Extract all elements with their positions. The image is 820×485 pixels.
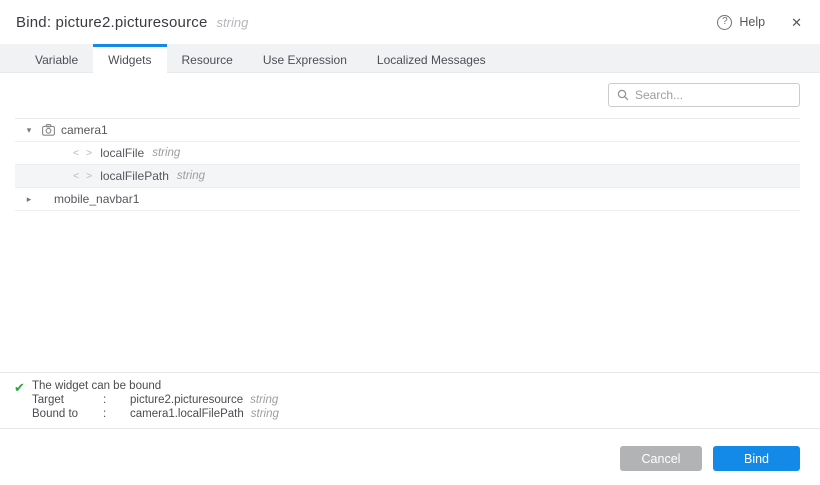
search-icon [617, 89, 629, 101]
binding-icon: < > [73, 147, 94, 159]
tab-variable[interactable]: Variable [20, 44, 93, 72]
status-separator: : [103, 407, 130, 421]
tree-label: localFile [100, 146, 144, 160]
help-button[interactable]: ? Help [717, 15, 765, 30]
status-value: picture2.picturesource [130, 393, 243, 407]
status-label: Bound to [32, 407, 103, 421]
tree-type: string [152, 147, 180, 159]
bind-status-panel: ✔ The widget can be bound Target : pictu… [0, 372, 820, 429]
status-label: Target [32, 393, 103, 407]
close-icon[interactable]: ✕ [791, 16, 802, 29]
tab-widgets[interactable]: Widgets [93, 44, 166, 73]
status-boundto-row: Bound to : camera1.localFilePath string [32, 407, 279, 421]
header-actions: ? Help ✕ [717, 15, 802, 30]
tab-localized-messages[interactable]: Localized Messages [362, 44, 501, 72]
tree-label: camera1 [61, 123, 108, 137]
tree-row-camera1[interactable]: ▾ camera1 [15, 119, 800, 142]
caret-right-icon[interactable]: ▸ [23, 194, 35, 205]
dialog-title-type: string [217, 15, 249, 30]
tab-bar: Variable Widgets Resource Use Expression… [0, 44, 820, 73]
caret-down-icon[interactable]: ▾ [23, 125, 35, 136]
camera-icon [42, 124, 55, 136]
status-separator: : [103, 393, 130, 407]
binding-icon: < > [73, 170, 94, 182]
tree-row-mobile-navbar1[interactable]: ▸ mobile_navbar1 [15, 188, 800, 211]
status-message: The widget can be bound [32, 379, 279, 393]
status-target-row: Target : picture2.picturesource string [32, 393, 279, 407]
cancel-button[interactable]: Cancel [620, 446, 702, 471]
status-value-type: string [250, 393, 278, 407]
tree-label: mobile_navbar1 [54, 192, 139, 206]
search-box[interactable] [608, 83, 800, 107]
dialog-header: Bind: picture2.picturesource string ? He… [0, 0, 820, 44]
tree-row-localfilepath[interactable]: < > localFilePath string [15, 165, 800, 188]
dialog-actions: Cancel Bind [620, 446, 800, 471]
widget-tree: ▾ camera1 < > localFile string < > local… [15, 118, 800, 211]
tree-type: string [177, 170, 205, 182]
search-toolbar [0, 73, 820, 118]
bind-button[interactable]: Bind [713, 446, 800, 471]
status-value-type: string [251, 407, 279, 421]
help-icon: ? [717, 15, 732, 30]
dialog-title: Bind: picture2.picturesource [16, 14, 208, 31]
status-lines: The widget can be bound Target : picture… [32, 379, 279, 428]
tree-row-localfile[interactable]: < > localFile string [15, 142, 800, 165]
search-input[interactable] [635, 88, 791, 102]
tab-use-expression[interactable]: Use Expression [248, 44, 362, 72]
status-value: camera1.localFilePath [130, 407, 244, 421]
check-icon: ✔ [14, 380, 32, 428]
help-label: Help [739, 15, 765, 29]
bind-dialog: Bind: picture2.picturesource string ? He… [0, 0, 820, 485]
tab-resource[interactable]: Resource [167, 44, 248, 72]
tree-label: localFilePath [100, 169, 169, 183]
